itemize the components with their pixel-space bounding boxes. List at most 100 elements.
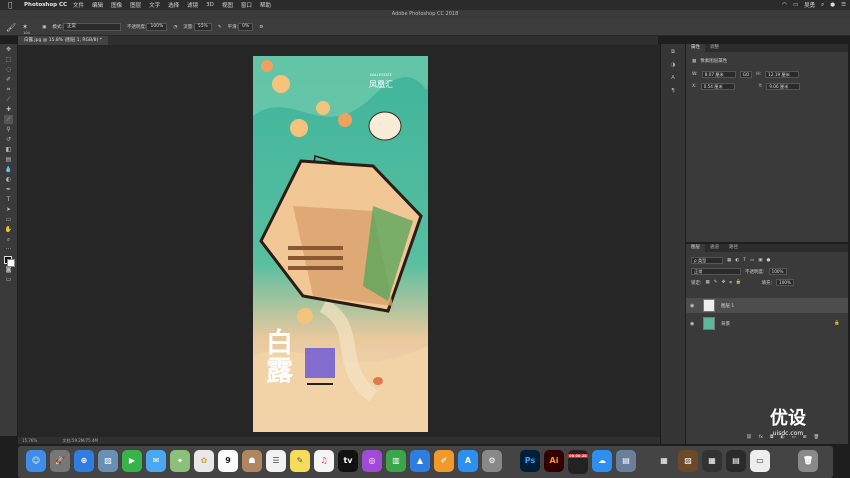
photos-icon[interactable]: ▨ [98,450,118,472]
trash-icon[interactable]: 🗑 [798,450,818,472]
preview-icon[interactable]: ▤ [616,450,636,472]
document-info[interactable]: 文档:59.2M/75.4M [63,438,98,443]
clone-stamp-tool-icon[interactable]: ⚲ [4,125,13,134]
width-input[interactable]: 8.07 厘米 [701,71,736,78]
illustrator-icon[interactable]: Ai [544,450,564,472]
app-menu[interactable]: Photoshop CC [24,2,67,8]
menu-edit[interactable]: 编辑 [92,1,103,9]
layer-row-layer1[interactable]: ◉ 图层 1 [686,298,848,313]
document-tab[interactable]: 白露.jpg @ 15.8% (图层 1, RGB/8) * [18,36,108,45]
move-tool-icon[interactable]: ✥ [4,45,13,54]
crop-tool-icon[interactable]: ⌗ [4,85,13,94]
tab-properties[interactable]: 属性 [686,44,705,52]
menu-help[interactable]: 帮助 [260,1,271,9]
filter-toggle-icon[interactable]: ● [766,258,770,263]
filter-shape-icon[interactable]: ▭ [750,258,754,263]
tab-channels[interactable]: 通道 [705,244,724,252]
finder-icon[interactable]: ☺ [26,450,46,472]
brush-tool-icon[interactable]: 🖌 [6,23,16,32]
photos-app-icon[interactable]: ✿ [194,450,214,472]
lasso-tool-icon[interactable]: ◌ [4,65,13,74]
height-input[interactable]: 12.19 厘米 [765,71,800,78]
keynote-icon[interactable]: ▲ [410,450,430,472]
gradient-tool-icon[interactable]: ▤ [4,155,13,164]
safari-icon[interactable]: ⊕ [74,450,94,472]
notification-icon[interactable]: ☰ [841,2,846,8]
apple-icon[interactable]:  [8,0,16,10]
type-tool-icon[interactable]: T [4,195,13,204]
hand-tool-icon[interactable]: ✋ [4,225,13,234]
photoshop-icon[interactable]: Ps [520,450,540,472]
smooth-settings-icon[interactable]: ⚙ [259,25,263,30]
filter-adjust-icon[interactable]: ◐ [735,258,739,263]
pages-icon[interactable]: ✐ [434,450,454,472]
menu-3d[interactable]: 3D [206,2,214,8]
search-icon[interactable]: ⌕ [821,2,824,9]
layer-opacity-input[interactable]: 100% [768,268,787,275]
pressure-opacity-icon[interactable]: ◔ [173,25,177,30]
lock-pixels-icon[interactable]: ▦ [706,280,710,285]
screen-mode-icon[interactable]: ▭ [4,275,13,284]
smooth-input[interactable]: 0% [238,23,254,31]
contacts-icon[interactable]: ☗ [242,450,262,472]
menu-window[interactable]: 窗口 [241,1,252,9]
menu-layer[interactable]: 图层 [130,1,141,9]
brush-tool-icon[interactable]: ⟋ [4,115,13,124]
blur-tool-icon[interactable]: 💧 [4,165,13,174]
layer-row-background[interactable]: ◉ 背景 🔒 [686,316,848,331]
filter-pixel-icon[interactable]: ▦ [727,258,731,263]
menu-filter[interactable]: 滤镜 [187,1,198,9]
zoom-tool-icon[interactable]: ⌕ [4,235,13,244]
eyedropper-tool-icon[interactable]: ⟋ [4,95,13,104]
menu-image[interactable]: 图像 [111,1,122,9]
menu-view[interactable]: 视图 [222,1,233,9]
app-store-icon[interactable]: A [458,450,478,472]
messages-icon[interactable]: ✉ [146,450,166,472]
menu-select[interactable]: 选择 [168,1,179,9]
music-icon[interactable]: ♫ [314,450,334,472]
eraser-tool-icon[interactable]: ◧ [4,145,13,154]
fill-input[interactable]: 100% [776,279,795,286]
flow-input[interactable]: 55% [193,23,212,31]
system-preferences-icon[interactable]: ⚙ [482,450,502,472]
layer-name[interactable]: 图层 1 [721,303,734,309]
menu-file[interactable]: 文件 [73,1,84,9]
siri-icon[interactable]: ● [830,2,835,8]
layer-filter-select[interactable]: ρ 类型 [691,257,723,264]
baidu-netdisk-icon[interactable]: ☁ [592,450,612,472]
window-thumbnail-5[interactable]: ▭ [750,450,770,472]
podcasts-icon[interactable]: ◎ [362,450,382,472]
visibility-eye-icon[interactable]: ◉ [690,303,698,309]
apple-tv-icon[interactable]: tv [338,450,358,472]
lock-paint-icon[interactable]: ✎ [714,280,718,285]
marquee-tool-icon[interactable]: ⬚ [4,55,13,64]
layer-name[interactable]: 背景 [721,321,730,327]
shape-tool-icon[interactable]: ▭ [4,215,13,224]
brush-panel-icon[interactable]: ▣ [42,25,46,30]
opacity-input[interactable]: 100% [146,23,168,31]
x-input[interactable]: 0.54 厘米 [700,83,735,90]
history-icon[interactable]: ⧉ [668,48,678,57]
launchpad-icon[interactable]: 🚀 [50,450,70,472]
mode-select[interactable]: 正常 [62,23,121,31]
adjustments-icon[interactable]: ◑ [668,61,678,70]
window-thumbnail-4[interactable]: ▤ [726,450,746,472]
filter-type-icon[interactable]: T [743,258,746,263]
tab-paths[interactable]: 路径 [724,244,743,252]
wifi-icon[interactable]: ◠ [782,2,787,8]
window-thumbnail-3[interactable]: ▦ [702,450,722,472]
path-select-tool-icon[interactable]: ➤ [4,205,13,214]
lock-position-icon[interactable]: ✥ [722,280,726,285]
color-swatches[interactable] [4,255,15,267]
facetime-icon[interactable]: ▶ [122,450,142,472]
character-icon[interactable]: A [668,74,678,83]
more-tools-icon[interactable]: ··· [4,245,13,254]
battery-icon[interactable]: ▭ [793,2,798,8]
airbrush-icon[interactable]: ✎ [218,25,222,30]
lock-all-icon[interactable]: 🔒 [736,280,742,285]
calendar-icon[interactable]: 9 [218,450,238,472]
lock-artboard-icon[interactable]: ⌗ [729,280,732,286]
filter-smart-icon[interactable]: ▣ [758,258,762,263]
blend-mode-select[interactable]: 正常 [691,268,741,275]
healing-tool-icon[interactable]: ✚ [4,105,13,114]
